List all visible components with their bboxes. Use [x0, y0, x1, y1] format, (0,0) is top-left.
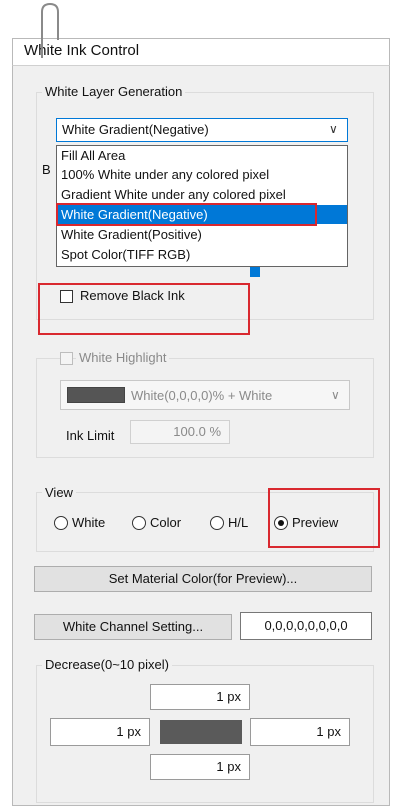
hidden-group-label: B [42, 162, 51, 177]
slider-thumb[interactable] [250, 267, 260, 277]
view-white-radio[interactable] [54, 516, 68, 530]
paperclip-icon [41, 2, 59, 58]
set-material-color-button[interactable]: Set Material Color(for Preview)... [34, 566, 372, 592]
decrease-bottom-field[interactable]: 1 px [150, 754, 250, 780]
white-channel-value-field[interactable]: 0,0,0,0,0,0,0,0 [240, 612, 372, 640]
white-layer-select-value: White Gradient(Negative) [62, 122, 209, 137]
view-hl-radio[interactable] [210, 516, 224, 530]
decrease-top-field[interactable]: 1 px [150, 684, 250, 710]
dropdown-option-spot-color[interactable]: Spot Color(TIFF RGB) [57, 245, 347, 264]
white-highlight-select-value: White(0,0,0,0)% + White [131, 388, 273, 403]
white-highlight-checkbox[interactable] [60, 352, 73, 365]
view-color-radio[interactable] [132, 516, 146, 530]
decrease-right-field[interactable]: 1 px [250, 718, 350, 746]
chevron-down-icon: ∨ [331, 388, 340, 402]
decrease-left-field[interactable]: 1 px [50, 718, 150, 746]
white-channel-setting-button[interactable]: White Channel Setting... [34, 614, 232, 640]
white-layer-generation-label: White Layer Generation [42, 84, 186, 99]
highlight-box-remove-black-ink [38, 283, 250, 335]
view-white-label: White [72, 515, 106, 530]
dropdown-option-white-gradient-positive[interactable]: White Gradient(Positive) [57, 225, 347, 244]
highlight-box-preview [268, 488, 380, 548]
dropdown-option-fill-all-area[interactable]: Fill All Area [57, 146, 347, 165]
white-highlight-label: White Highlight [76, 350, 170, 365]
dropdown-option-gradient-white[interactable]: Gradient White under any colored pixel [57, 185, 347, 204]
chevron-down-icon: ∨ [329, 122, 338, 136]
decrease-group-label: Decrease(0~10 pixel) [42, 657, 172, 672]
ink-limit-label: Ink Limit [66, 428, 115, 443]
decrease-center-swatch [160, 720, 242, 744]
view-group-label: View [42, 485, 76, 500]
white-highlight-select[interactable]: White(0,0,0,0)% + White ∨ [60, 380, 350, 410]
ink-limit-field[interactable]: 100.0 % [130, 420, 230, 444]
highlight-box-selected-option [56, 203, 317, 226]
view-hl-label: H/L [228, 515, 249, 530]
white-highlight-swatch [67, 387, 125, 403]
white-layer-select[interactable]: White Gradient(Negative) ∨ [56, 118, 348, 142]
view-color-label: Color [150, 515, 182, 530]
dropdown-option-100-white[interactable]: 100% White under any colored pixel [57, 165, 347, 184]
